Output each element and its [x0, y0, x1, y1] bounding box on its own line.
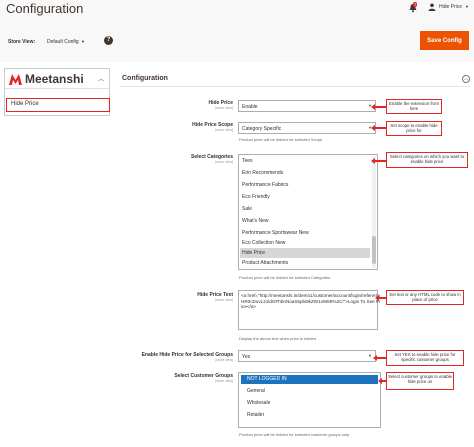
- hide-price-text-note: Display the above text when price is hid…: [239, 336, 318, 341]
- page-title: Configuration: [6, 1, 84, 16]
- scope-label: [store view]: [215, 106, 233, 110]
- customer-groups-label: Select Customer Groups [store view]: [118, 373, 233, 383]
- category-option[interactable]: Performance Fabrics: [242, 182, 288, 188]
- categories-label: Select Categories [store view]: [118, 154, 233, 164]
- sidebar-item-label: Hide Price: [11, 101, 39, 107]
- hide-price-text-label: Hide Price Text [store view]: [118, 292, 233, 302]
- callout-text: Set text or any HTML code to show in pla…: [386, 290, 464, 305]
- store-view-switcher[interactable]: Default Config: [47, 39, 79, 45]
- help-icon[interactable]: ?: [104, 36, 113, 45]
- section-divider: [120, 86, 470, 87]
- category-option[interactable]: Product Attachments: [242, 260, 288, 266]
- meetanshi-logo-icon: [9, 74, 22, 85]
- section-title: Configuration: [122, 75, 168, 82]
- scope-label: [store view]: [215, 160, 233, 164]
- scope-label: [store view]: [215, 379, 233, 383]
- callout-arrow: [373, 355, 386, 360]
- category-option[interactable]: What's New: [242, 218, 269, 224]
- chevron-down-icon: ▼: [368, 353, 372, 358]
- callout-arrow: [371, 158, 386, 163]
- page-header: Configuration 7 Hide Price ▼ Store View:…: [0, 0, 474, 62]
- callout-scope: Set scope to enable hide price for: [386, 121, 442, 136]
- category-option-selected[interactable]: Hide Price: [240, 248, 370, 258]
- callout-groups-enable: Set YES to enable hide price for specifi…: [386, 350, 464, 366]
- group-option[interactable]: General: [247, 388, 265, 394]
- user-icon[interactable]: [428, 3, 436, 11]
- scope-label: [store view]: [215, 298, 233, 302]
- sidebar-header[interactable]: Meetanshi ︿: [5, 69, 109, 89]
- group-option-selected[interactable]: NOT LOGGED IN: [241, 375, 378, 384]
- hide-price-value: Enable: [242, 104, 258, 110]
- callout-categories: Select categories on which you want to e…: [386, 152, 468, 168]
- callout-groups-select: Select customer groups to enable hide pr…: [386, 372, 454, 390]
- enable-groups-label: Enable Hide Price for Selected Groups [s…: [118, 352, 233, 362]
- scope-label: [store view]: [215, 358, 233, 362]
- category-option[interactable]: Erin Recommends: [242, 170, 283, 176]
- sidebar-brand: Meetanshi: [25, 72, 84, 86]
- hide-price-text-textarea[interactable]: <a href="http://meetanshi.in/demo1/custo…: [238, 290, 381, 330]
- hide-price-select[interactable]: Enable ▼: [238, 100, 376, 112]
- user-name[interactable]: Hide Price: [439, 4, 462, 10]
- scroll-thumb[interactable]: [372, 236, 376, 264]
- save-config-button[interactable]: Save Config: [420, 31, 469, 50]
- chevron-down-icon[interactable]: ▼: [465, 4, 469, 9]
- categories-scrollbar[interactable]: [372, 156, 376, 268]
- callout-arrow: [375, 295, 386, 300]
- hide-price-scope-value: Category Specific: [242, 126, 282, 132]
- collapse-icon[interactable]: ︿: [462, 75, 470, 83]
- store-view-label: Store View:: [8, 39, 36, 45]
- categories-note: Product price will be hidden for selecte…: [239, 275, 332, 280]
- hide-price-text-value: <a href="http://meetanshi.in/demo1/custo…: [241, 293, 381, 309]
- category-option[interactable]: Eco Friendly: [242, 194, 270, 200]
- customer-groups-multiselect[interactable]: NOT LOGGED IN General Wholesale Retailer: [238, 372, 381, 428]
- categories-multiselect[interactable]: Tees Erin Recommends Performance Fabrics…: [238, 154, 378, 270]
- callout-arrow: [371, 125, 386, 130]
- category-option[interactable]: Eco Collection New: [242, 240, 285, 246]
- customer-groups-note: Product price will be hidden for selecte…: [239, 432, 350, 437]
- chevron-down-icon[interactable]: ▼: [81, 39, 85, 44]
- category-option[interactable]: Performance Sportswear New: [242, 230, 309, 236]
- category-option[interactable]: Sale: [242, 206, 252, 212]
- hide-price-label: Hide Price [store view]: [118, 100, 233, 110]
- enable-groups-value: Yes: [242, 354, 251, 360]
- chevron-up-icon[interactable]: ︿: [98, 74, 104, 83]
- hide-price-scope-label: Hide Price Scope [store view]: [118, 122, 233, 132]
- callout-arrow: [371, 104, 386, 109]
- scope-label: [store view]: [215, 128, 233, 132]
- group-option[interactable]: Wholesale: [247, 400, 270, 406]
- callout-enable: Enable the extension from here: [386, 99, 442, 114]
- hide-price-scope-select[interactable]: Category Specific ▼: [238, 122, 376, 134]
- enable-groups-select[interactable]: Yes ▼: [238, 350, 376, 362]
- group-option[interactable]: Retailer: [247, 412, 264, 418]
- scope-note: Product price will be hidden for selecte…: [239, 137, 323, 142]
- sidebar-item-hide-price[interactable]: Hide Price: [6, 98, 110, 112]
- category-option[interactable]: Tees: [242, 158, 253, 164]
